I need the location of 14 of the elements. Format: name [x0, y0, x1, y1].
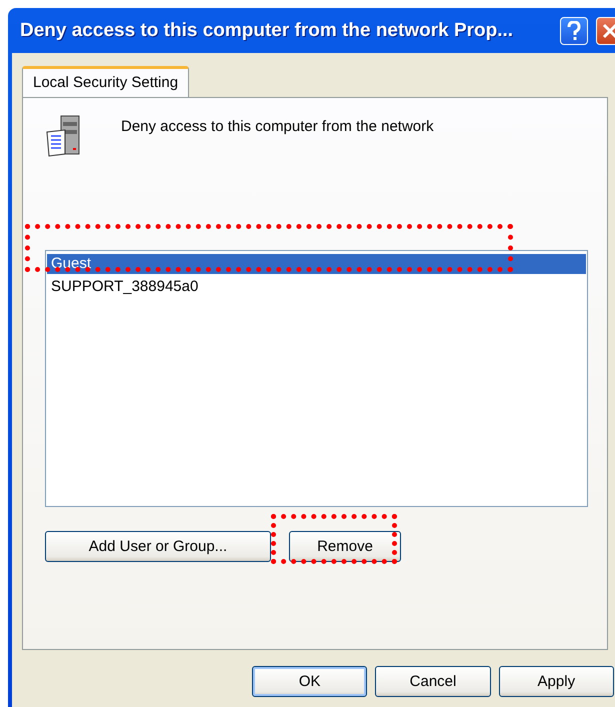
dialog-button[interactable]: Cancel [375, 666, 491, 697]
window-title: Deny access to this computer from the network Prop... [20, 20, 514, 42]
list-item[interactable]: Guest [47, 254, 586, 274]
close-icon [602, 22, 615, 38]
question-mark-icon [567, 20, 581, 40]
dialog-button[interactable]: Apply [498, 666, 614, 697]
tab[interactable]: Local Security Setting [22, 66, 190, 98]
help-button[interactable] [560, 16, 588, 44]
add-button[interactable]: Add User or Group... [45, 531, 271, 562]
list-item[interactable]: SUPPORT_388945a0 [47, 277, 586, 297]
dialog-button[interactable]: OK [252, 666, 368, 697]
user-list[interactable]: Guest SUPPORT_388945a0 [45, 250, 588, 507]
remove-button[interactable]: Remove [289, 531, 401, 562]
policy-name: Deny access to this computer from the network [121, 118, 434, 135]
